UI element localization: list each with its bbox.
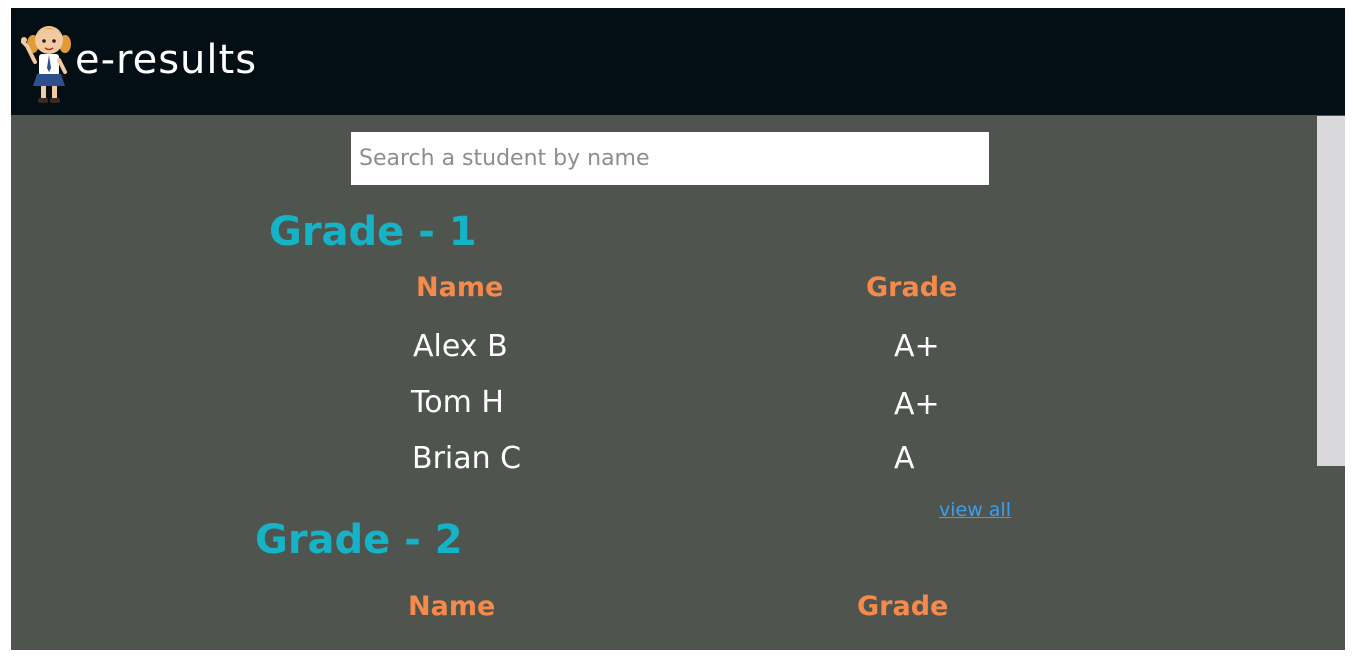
grade-1-heading: Grade - 1 [269,209,477,255]
scrollbar-thumb[interactable] [1317,116,1345,466]
student-grade: A+ [894,329,940,364]
grade-2-name-column-header: Name [408,591,496,622]
student-grade: A [894,441,915,476]
student-name: Brian C [412,441,522,476]
student-name: Tom H [411,385,504,420]
header: e-results [11,8,1345,115]
grade-1-name-column-header: Name [416,272,504,303]
student-grade: A+ [894,387,940,422]
app-window: e-results Grade - 1 Name Grade Alex B A+… [11,8,1345,650]
student-mascot-logo [21,26,71,103]
search-input[interactable] [351,132,989,185]
student-name: Alex B [413,329,508,364]
grade-1-grade-column-header: Grade [866,272,958,303]
grade-2-grade-column-header: Grade [857,591,949,622]
view-all-link[interactable]: view all [939,501,1011,520]
grade-2-heading: Grade - 2 [255,517,463,563]
brand-title[interactable]: e-results [75,40,257,80]
